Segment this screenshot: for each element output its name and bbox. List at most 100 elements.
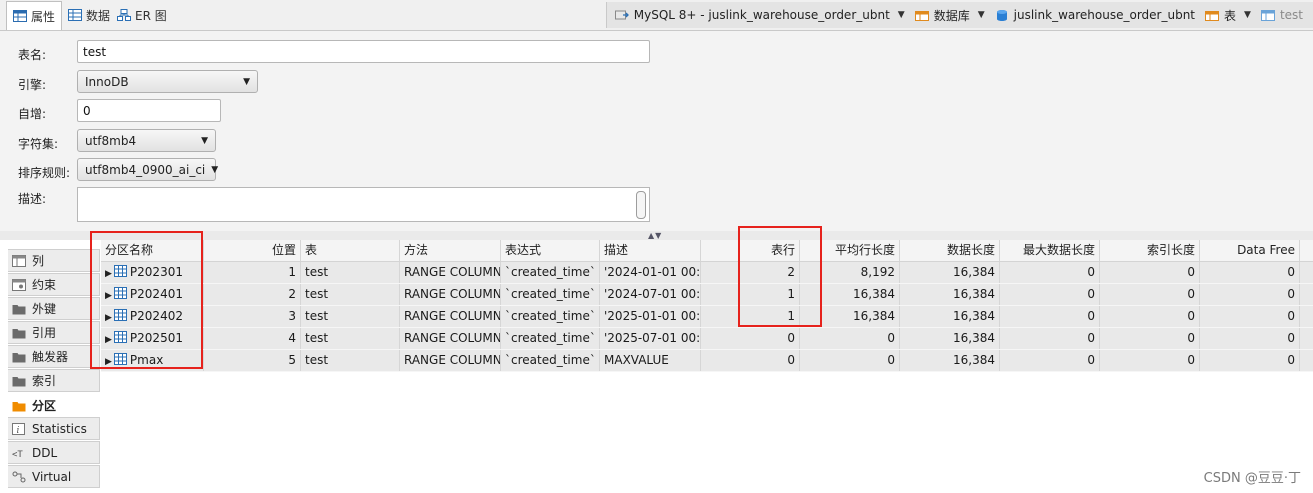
tab-er-diagram[interactable]: ER 图: [111, 2, 173, 28]
cell-max-data-length[interactable]: 0: [1000, 350, 1100, 371]
chevron-down-icon[interactable]: ▼: [978, 10, 985, 20]
engine-label: 引擎:: [18, 78, 47, 92]
breadcrumb-database[interactable]: juslink_warehouse_order_ubnt: [995, 8, 1195, 22]
description-textarea[interactable]: [77, 187, 650, 222]
cell-description[interactable]: '2024-07-01 00:00:00': [600, 284, 701, 305]
cell-data-length[interactable]: 16,384: [900, 262, 1000, 283]
cell-data-free[interactable]: 0: [1200, 328, 1300, 349]
side-tab-triggers[interactable]: 触发器: [8, 345, 100, 368]
table-row[interactable]: ▶ P202301 1 test RANGE COLUMNS `created_time`…: [101, 262, 1313, 284]
column-header-expression[interactable]: 表达式: [501, 240, 600, 261]
column-header-description[interactable]: 描述: [600, 240, 701, 261]
column-header-method[interactable]: 方法: [400, 240, 501, 261]
editor-tab-bar: 属性 数据 ER 图 MySQL 8+ - juslink_warehouse_…: [0, 0, 1313, 31]
cell-description[interactable]: MAXVALUE: [600, 350, 701, 371]
cell-data-length[interactable]: 16,384: [900, 328, 1000, 349]
side-tab-virtual[interactable]: Virtual: [8, 465, 100, 488]
cell-data-free[interactable]: 0: [1200, 306, 1300, 327]
table-row[interactable]: ▶ P202501 4 test RANGE COLUMNS `created_time`…: [101, 328, 1313, 350]
cell-data-length[interactable]: 16,384: [900, 350, 1000, 371]
breadcrumb-databases[interactable]: 数据库 ▼: [914, 7, 985, 24]
cell-index-length[interactable]: 0: [1100, 284, 1200, 305]
cell-max-data-length[interactable]: 0: [1000, 284, 1100, 305]
breadcrumb: MySQL 8+ - juslink_warehouse_order_ubnt …: [605, 2, 1313, 28]
cell-table[interactable]: test: [301, 262, 400, 283]
table-name-input[interactable]: [77, 40, 650, 63]
cell-description[interactable]: '2024-01-01 00:00:00': [600, 262, 701, 283]
side-tab-references[interactable]: 引用: [8, 321, 100, 344]
cell-table[interactable]: test: [301, 284, 400, 305]
auto-increment-input[interactable]: [77, 99, 221, 122]
cell-position[interactable]: 5: [204, 350, 301, 371]
cell-index-length[interactable]: 0: [1100, 350, 1200, 371]
cell-expression[interactable]: `created_time`: [501, 350, 600, 371]
cell-description[interactable]: '2025-07-01 00:00:00': [600, 328, 701, 349]
chevron-down-icon[interactable]: ▼: [1244, 10, 1251, 20]
side-tab-ddl[interactable]: <T DDL: [8, 441, 100, 464]
cell-method[interactable]: RANGE COLUMNS: [400, 350, 501, 371]
cell-expression[interactable]: `created_time`: [501, 262, 600, 283]
cell-method[interactable]: RANGE COLUMNS: [400, 328, 501, 349]
info-icon: i: [12, 422, 25, 435]
cell-expression[interactable]: `created_time`: [501, 306, 600, 327]
cell-max-data-length[interactable]: 0: [1000, 262, 1100, 283]
table-properties-icon: [13, 10, 27, 22]
side-tab-foreign-keys[interactable]: 外键: [8, 297, 100, 320]
cell-max-data-length[interactable]: 0: [1000, 306, 1100, 327]
cell-avg-row-length[interactable]: 0: [800, 328, 900, 349]
table-row[interactable]: ▶ Pmax 5 test RANGE COLUMNS `created_time` MAX…: [101, 350, 1313, 372]
cell-index-length[interactable]: 0: [1100, 262, 1200, 283]
cell-position[interactable]: 2: [204, 284, 301, 305]
side-tab-indexes[interactable]: 索引: [8, 369, 100, 392]
cell-table-rows[interactable]: 0: [701, 328, 800, 349]
side-tab-statistics[interactable]: i Statistics: [8, 417, 100, 440]
chevron-down-icon[interactable]: ▼: [898, 10, 905, 20]
engine-select-value: InnoDB: [85, 74, 129, 89]
tab-properties-label: 属性: [31, 9, 56, 24]
cell-expression[interactable]: `created_time`: [501, 328, 600, 349]
cell-index-length[interactable]: 0: [1100, 306, 1200, 327]
engine-select[interactable]: InnoDB ▼: [77, 70, 258, 93]
cell-method[interactable]: RANGE COLUMNS: [400, 284, 501, 305]
breadcrumb-tables[interactable]: 表 ▼: [1205, 7, 1251, 24]
cell-table[interactable]: test: [301, 328, 400, 349]
collation-select[interactable]: utf8mb4_0900_ai_ci ▼: [77, 158, 218, 181]
cell-position[interactable]: 3: [204, 306, 301, 327]
splitter-grip-icon[interactable]: ▲▼: [648, 231, 662, 240]
cell-method[interactable]: RANGE COLUMNS: [400, 262, 501, 283]
side-tab-constraints[interactable]: 约束: [8, 273, 100, 296]
cell-table-rows[interactable]: 0: [701, 350, 800, 371]
column-header-data-free[interactable]: Data Free: [1200, 240, 1300, 261]
breadcrumb-connection[interactable]: MySQL 8+ - juslink_warehouse_order_ubnt …: [614, 8, 905, 22]
column-header-index-length[interactable]: 索引长度: [1100, 240, 1200, 261]
cell-max-data-length[interactable]: 0: [1000, 328, 1100, 349]
column-header-max-data-length[interactable]: 最大数据长度: [1000, 240, 1100, 261]
breadcrumb-table[interactable]: test: [1260, 8, 1303, 22]
cell-data-free[interactable]: 0: [1200, 284, 1300, 305]
cell-data-length[interactable]: 16,384: [900, 284, 1000, 305]
table-row[interactable]: ▶ P202402 3 test RANGE COLUMNS `created_time`…: [101, 306, 1313, 328]
cell-description[interactable]: '2025-01-01 00:00:00': [600, 306, 701, 327]
cell-data-free[interactable]: 0: [1200, 350, 1300, 371]
column-header-position[interactable]: 位置: [204, 240, 301, 261]
tab-data[interactable]: 数据: [62, 2, 116, 28]
charset-select[interactable]: utf8mb4 ▼: [77, 129, 216, 152]
cell-data-length[interactable]: 16,384: [900, 306, 1000, 327]
cell-data-free[interactable]: 0: [1200, 262, 1300, 283]
column-header-table[interactable]: 表: [301, 240, 400, 261]
cell-avg-row-length[interactable]: 0: [800, 350, 900, 371]
table-row[interactable]: ▶ P202401 2 test RANGE COLUMNS `created_time`…: [101, 284, 1313, 306]
side-tab-columns[interactable]: 列: [8, 249, 100, 272]
side-tab-ddl-label: DDL: [32, 445, 58, 460]
cell-index-length[interactable]: 0: [1100, 328, 1200, 349]
column-header-data-length[interactable]: 数据长度: [900, 240, 1000, 261]
cell-position[interactable]: 1: [204, 262, 301, 283]
cell-expression[interactable]: `created_time`: [501, 284, 600, 305]
tab-properties[interactable]: 属性: [6, 1, 63, 30]
cell-position[interactable]: 4: [204, 328, 301, 349]
cell-table[interactable]: test: [301, 350, 400, 371]
cell-method[interactable]: RANGE COLUMNS: [400, 306, 501, 327]
description-scrollbar[interactable]: [636, 191, 646, 219]
cell-table[interactable]: test: [301, 306, 400, 327]
side-tab-partitions[interactable]: 分区: [8, 394, 100, 417]
